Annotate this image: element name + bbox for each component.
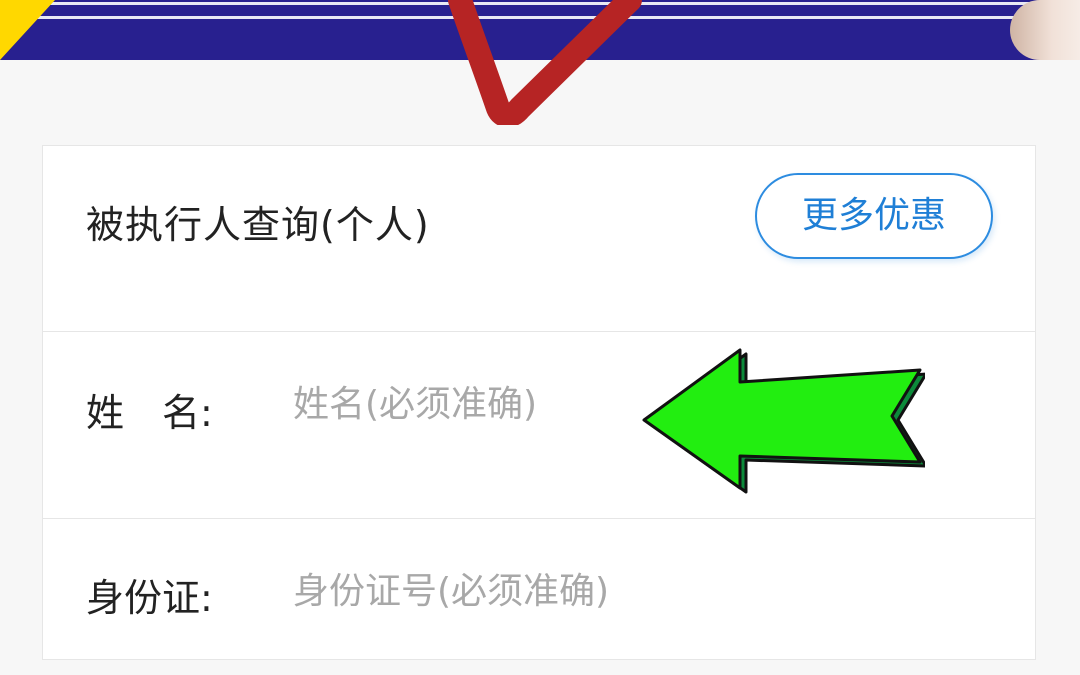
form-title: 被执行人查询(个人)	[86, 203, 430, 247]
id-label: 身份证:	[86, 576, 213, 620]
more-discounts-button[interactable]: 更多优惠	[755, 173, 993, 259]
query-page: 被执行人查询(个人) 更多优惠 姓 名: 身份证:	[0, 0, 1080, 675]
form-header-row: 被执行人查询(个人) 更多优惠	[43, 146, 1035, 332]
id-number-input[interactable]	[293, 561, 893, 621]
banner-person-photo	[1010, 0, 1080, 60]
red-checkmark-icon	[448, 0, 642, 125]
name-label: 姓 名:	[86, 391, 213, 435]
green-left-arrow-icon	[642, 348, 925, 494]
banner-yellow-shape	[0, 0, 55, 60]
id-field-row: 身份证:	[43, 519, 1035, 660]
